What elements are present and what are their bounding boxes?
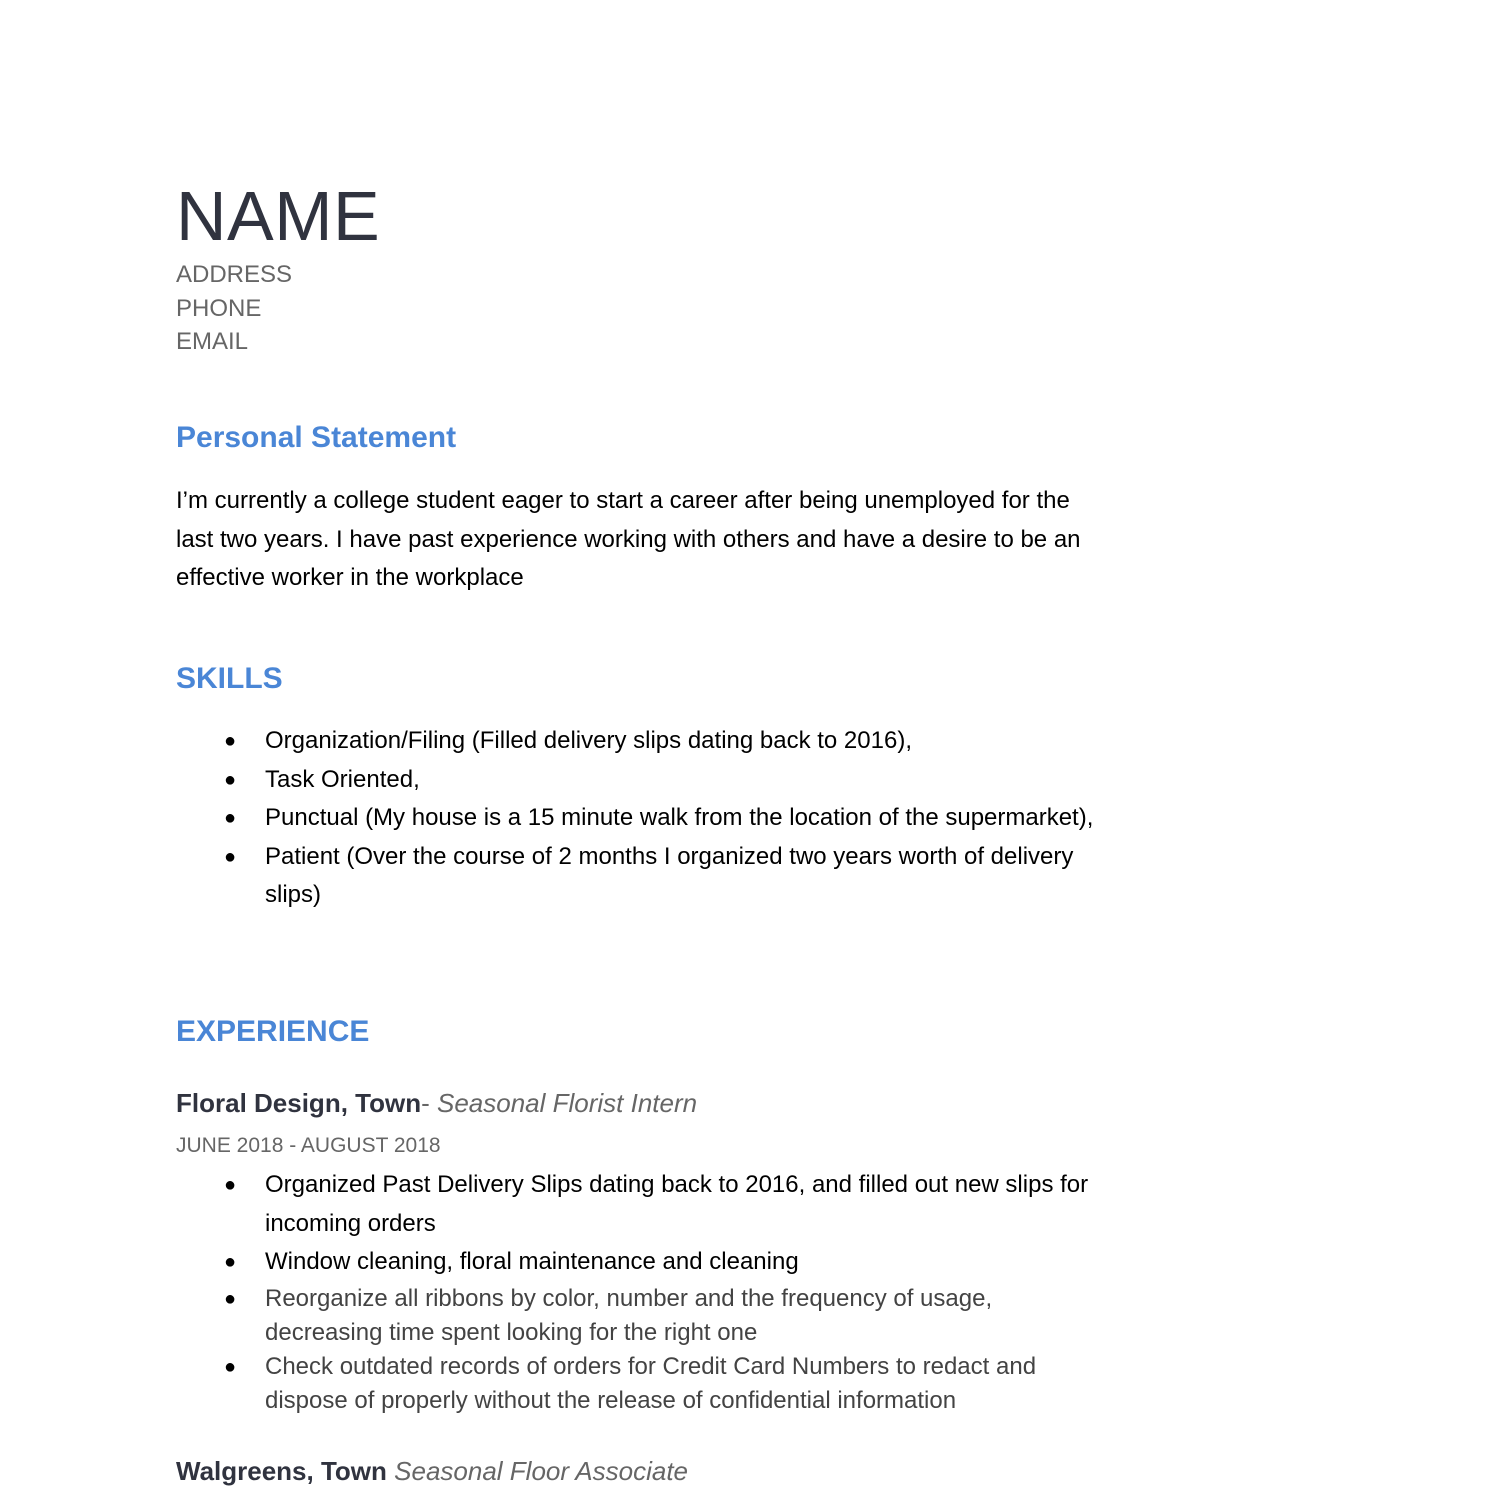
bullet-icon: ● [224, 768, 237, 791]
contact-email: EMAIL [176, 328, 249, 355]
job-bullet-item: ● Window cleaning, floral maintenance an… [176, 1243, 1106, 1282]
bullet-icon: ● [224, 730, 237, 752]
job-company: Walgreens, Town [176, 1456, 387, 1486]
job-role: Seasonal Florist Intern [436, 1088, 698, 1118]
personal-statement-text: I’m currently a college student eager to… [176, 487, 1081, 591]
skill-item: ● Task Oriented, [176, 761, 1106, 800]
skill-item: ● Organization/Filing (Filled delivery s… [176, 722, 1106, 761]
personal-statement-heading: Personal Statement [176, 421, 457, 454]
job-role: Seasonal Floor Associate [394, 1456, 689, 1486]
job-bullet-item: ● Reorganize all ribbons by color, numbe… [176, 1282, 1106, 1350]
skill-text: Punctual (My house is a 15 minute walk f… [265, 804, 1094, 831]
bullet-icon: ● [224, 1174, 237, 1196]
skill-text: Task Oriented, [265, 765, 420, 793]
job-bullet-text: Check outdated records of orders for Cre… [265, 1352, 1037, 1414]
job-dates: JUNE 2018 - AUGUST 2018 [176, 1134, 441, 1157]
skills-list: ● Organization/Filing (Filled delivery s… [176, 722, 1106, 915]
skill-text: Patient (Over the course of 2 months I o… [265, 842, 1074, 909]
skill-item: ● Punctual (My house is a 15 minute walk… [176, 799, 1106, 838]
contact-address: ADDRESS [176, 261, 293, 288]
job-bullet-text: Window cleaning, floral maintenance and … [265, 1248, 799, 1275]
bullet-icon: ● [224, 1355, 237, 1378]
contact-phone: PHONE [176, 295, 262, 322]
bullet-icon: ● [224, 845, 237, 868]
job-bullet-text: Organized Past Delivery Slips dating bac… [265, 1171, 1089, 1237]
skill-text: Organization/Filing (Filled delivery sli… [265, 727, 912, 754]
job-company: Floral Design, Town [176, 1088, 422, 1118]
job-separator: - [421, 1088, 437, 1118]
job-bullet-item: ● Organized Past Delivery Slips dating b… [176, 1166, 1106, 1243]
bullet-icon: ● [224, 1251, 237, 1273]
job-header-walgreens: Walgreens, Town Seasonal Floor Associate [176, 1455, 688, 1487]
job-header-floral-design: Floral Design, Town- Seasonal Florist In… [176, 1087, 697, 1119]
experience-heading: EXPERIENCE [176, 1015, 370, 1048]
skills-heading: SKILLS [176, 662, 283, 695]
job-bullet-item: ● Check outdated records of orders for C… [176, 1350, 1106, 1418]
applicant-name: NAME [176, 177, 381, 255]
bullet-icon: ● [224, 807, 237, 829]
bullet-icon: ● [224, 1287, 237, 1310]
job-bullets-floral-design: ● Organized Past Delivery Slips dating b… [176, 1166, 1106, 1418]
job-bullet-text: Reorganize all ribbons by color, number … [265, 1284, 993, 1346]
skill-item: ● Patient (Over the course of 2 months I… [176, 838, 1106, 915]
